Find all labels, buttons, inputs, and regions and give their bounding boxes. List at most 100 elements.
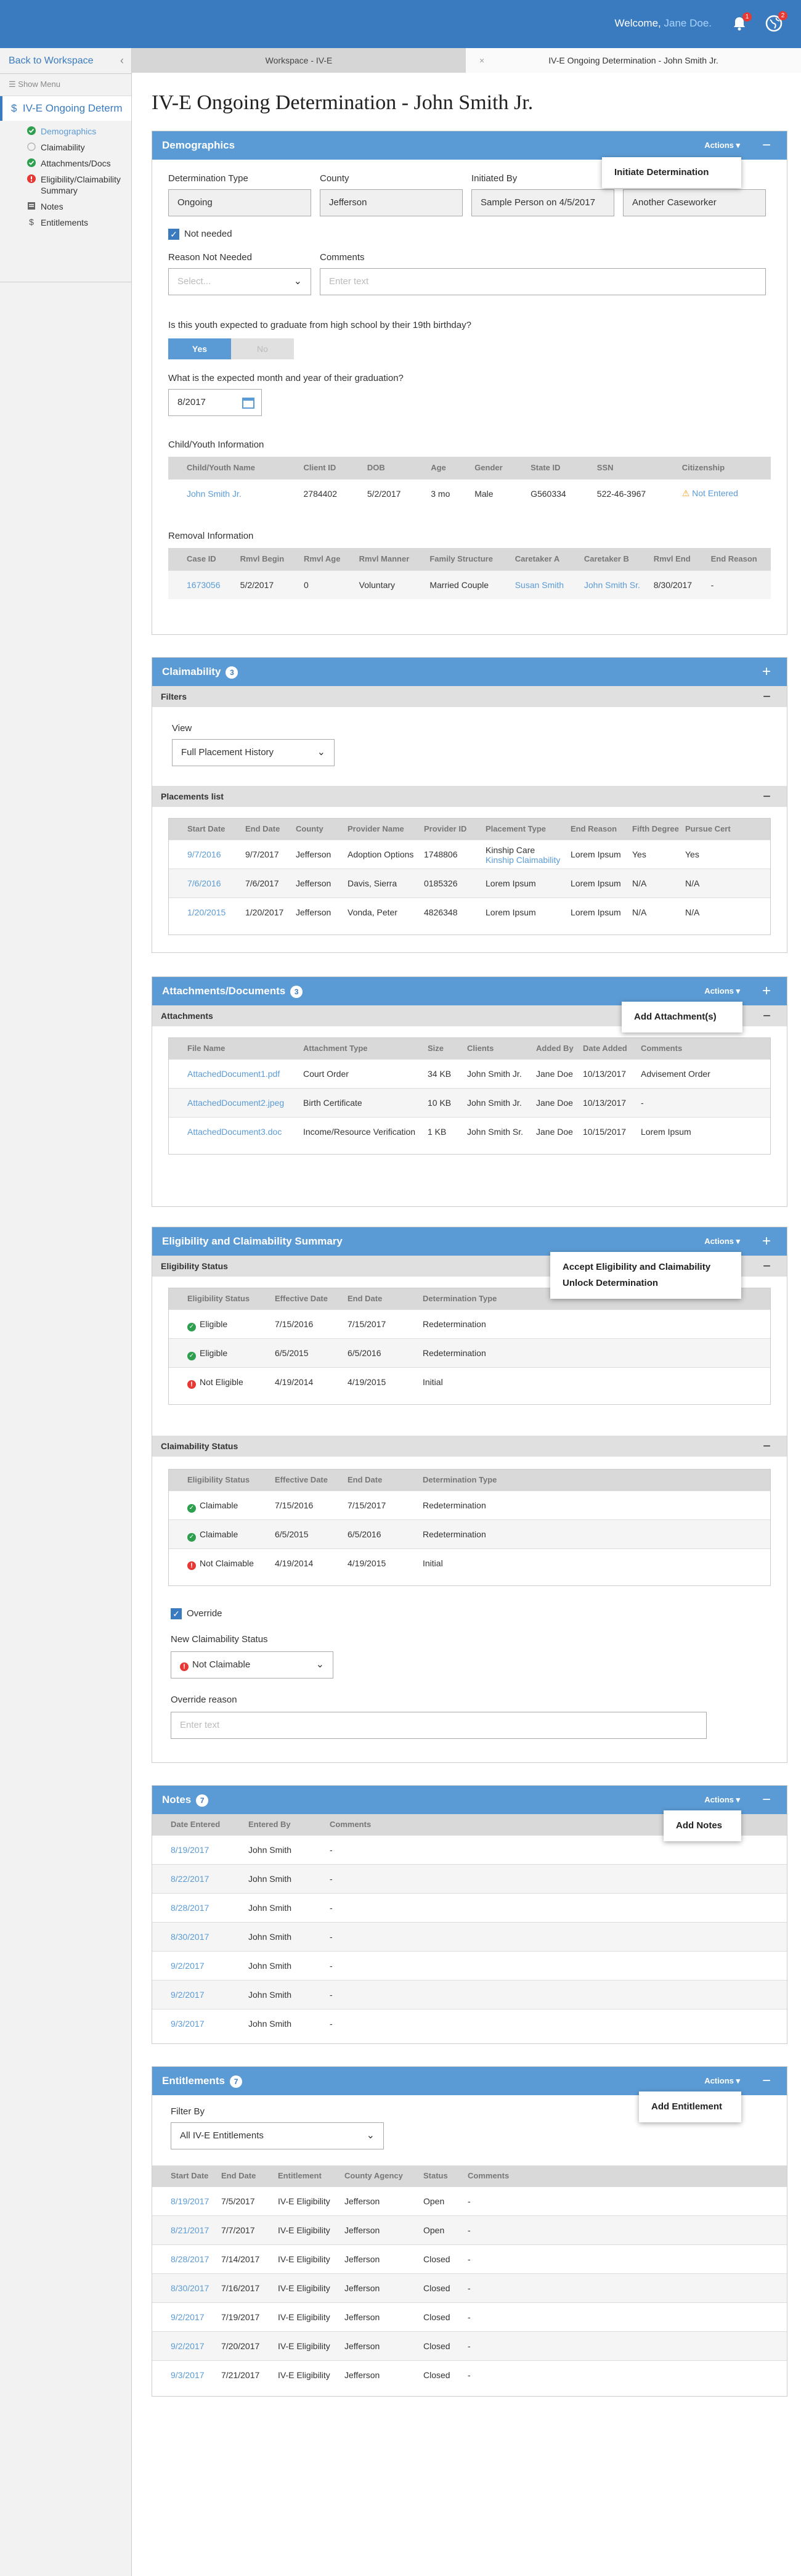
removal-info-table: Case ID Rmvl Begin Rmvl Age Rmvl Manner Fami… bbox=[168, 548, 771, 599]
calendar-icon[interactable] bbox=[242, 396, 255, 412]
table-row: 9/2/2017 7/19/2017 IV-E Eligibility Jeffers… bbox=[152, 2302, 787, 2331]
add-attachments-menu-item[interactable]: Add Attachment(s) bbox=[622, 1002, 742, 1032]
sidebar-item-attachments[interactable]: Attachments/Docs bbox=[0, 155, 131, 171]
unlock-determination-menu-item[interactable]: Unlock Determination bbox=[563, 1275, 729, 1291]
county-field: Jefferson bbox=[320, 189, 463, 216]
expand-icon[interactable]: + bbox=[762, 977, 771, 1005]
table-row: ! Not Eligible 4/19/2014 4/19/2015 Initial bbox=[169, 1367, 770, 1396]
collapse-icon[interactable]: − bbox=[763, 1436, 771, 1457]
view-select[interactable]: Full Placement History ⌄ bbox=[172, 739, 335, 766]
eligibility-table: Eligibility Status Effective Date End Date… bbox=[168, 1288, 771, 1405]
note-date-link[interactable]: 8/22/2017 bbox=[171, 1865, 209, 1894]
kinship-claimability-link[interactable]: Kinship Claimability bbox=[486, 855, 560, 865]
show-menu-button[interactable]: ☰ Show Menu bbox=[0, 74, 131, 96]
table-row: ✓ Claimable 6/5/2015 6/5/2016 Redeterminatio… bbox=[169, 1519, 770, 1548]
user-name-link[interactable]: Jane Doe. bbox=[664, 17, 712, 29]
table-row: ✓ Eligible 6/5/2015 6/5/2016 Redetermination bbox=[169, 1338, 770, 1367]
table-row: 7/6/2016 7/6/2017 Jefferson Davis, Sierra 01… bbox=[169, 869, 770, 898]
field-label: View bbox=[172, 723, 192, 734]
collapse-icon[interactable]: − bbox=[763, 686, 771, 707]
page-title: IV-E Ongoing Determination - John Smith … bbox=[152, 91, 534, 114]
note-date-link[interactable]: 9/2/2017 bbox=[171, 1952, 205, 1981]
table-row: 9/2/2017 John Smith - bbox=[152, 1951, 787, 1980]
chevron-left-icon[interactable]: ‹ bbox=[120, 54, 124, 67]
start-date-link[interactable]: 1/20/2015 bbox=[187, 898, 226, 927]
subsection-title: Removal Information bbox=[168, 531, 254, 541]
count-badge: 3 bbox=[290, 985, 303, 998]
start-date-link[interactable]: 9/7/2016 bbox=[187, 840, 221, 869]
collapse-icon[interactable]: − bbox=[762, 2067, 771, 2095]
file-link[interactable]: AttachedDocument3.doc bbox=[187, 1118, 282, 1147]
table-row: 8/28/2017 John Smith - bbox=[152, 1893, 787, 1922]
claimability-table: Eligibility Status Effective Date End Date… bbox=[168, 1469, 771, 1586]
collapse-icon[interactable]: − bbox=[763, 786, 771, 807]
section-header: Demographics Actions ▾ − bbox=[152, 131, 787, 160]
table-row: ✓ Claimable 7/15/2016 7/15/2017 Redeterminat… bbox=[169, 1490, 770, 1519]
check-circle-icon bbox=[27, 158, 36, 167]
table-row: ✓ Eligible 7/15/2016 7/15/2017 Redeterminati… bbox=[169, 1309, 770, 1338]
collapse-icon[interactable]: − bbox=[762, 1786, 771, 1814]
globe-icon[interactable]: 2 bbox=[764, 11, 787, 33]
back-to-workspace-link[interactable]: Back to Workspace ‹ bbox=[0, 48, 131, 74]
collapse-icon[interactable]: − bbox=[762, 131, 771, 160]
expand-icon[interactable]: + bbox=[762, 1227, 771, 1256]
alerts-count-badge: 2 bbox=[778, 11, 787, 20]
actions-dropdown[interactable]: Actions ▾ bbox=[704, 131, 740, 160]
caretaker-b-link[interactable]: John Smith Sr. bbox=[577, 570, 648, 599]
note-date-link[interactable]: 8/30/2017 bbox=[171, 1923, 209, 1952]
entitlement-date-link[interactable]: 8/21/2017 bbox=[171, 2216, 209, 2245]
no-option[interactable]: No bbox=[231, 338, 294, 359]
entitlement-date-link[interactable]: 9/2/2017 bbox=[171, 2303, 205, 2332]
comments-input[interactable]: Enter text bbox=[320, 268, 766, 295]
initiate-determination-menu-item[interactable]: Initiate Determination bbox=[602, 157, 741, 188]
tab-determination[interactable]: × IV-E Ongoing Determination - John Smith… bbox=[466, 48, 801, 73]
reason-not-needed-select[interactable]: Select... ⌄ bbox=[168, 268, 311, 295]
table-row: 9/2/2017 John Smith - bbox=[152, 1980, 787, 2009]
child-name-link[interactable]: John Smith Jr. bbox=[168, 478, 298, 508]
sidebar-item-demographics[interactable]: Demographics bbox=[0, 123, 131, 139]
entitlement-date-link[interactable]: 8/19/2017 bbox=[171, 2187, 209, 2216]
sidebar-title[interactable]: $ IV-E Ongoing Determ bbox=[0, 96, 131, 121]
start-date-link[interactable]: 7/6/2016 bbox=[187, 869, 221, 898]
entitlement-date-link[interactable]: 8/28/2017 bbox=[171, 2245, 209, 2274]
new-claimability-select[interactable]: ! Not Claimable ⌄ bbox=[171, 1651, 333, 1678]
caretaker-a-link[interactable]: Susan Smith bbox=[508, 570, 578, 599]
sidebar-item-claimability[interactable]: Claimability bbox=[0, 139, 131, 155]
sidebar-item-entitlements[interactable]: $ Entitlements bbox=[0, 215, 131, 231]
filter-select[interactable]: All IV-E Entitlements ⌄ bbox=[171, 2122, 384, 2149]
add-notes-menu-item[interactable]: Add Notes bbox=[664, 1810, 741, 1841]
question-label: What is the expected month and year of t… bbox=[168, 373, 404, 383]
collapse-icon[interactable]: − bbox=[763, 1256, 771, 1277]
entitlement-date-link[interactable]: 9/3/2017 bbox=[171, 2361, 205, 2390]
table-row: ! Not Claimable 4/19/2014 4/19/2015 Initial bbox=[169, 1548, 770, 1577]
override-reason-input[interactable]: Enter text bbox=[171, 1712, 707, 1739]
note-date-link[interactable]: 8/19/2017 bbox=[171, 1836, 209, 1865]
file-link[interactable]: AttachedDocument1.pdf bbox=[187, 1060, 280, 1089]
note-date-link[interactable]: 9/2/2017 bbox=[171, 1981, 205, 2010]
graduation-date-input[interactable]: 8/2017 bbox=[168, 389, 262, 416]
sidebar-item-notes[interactable]: Notes bbox=[0, 198, 131, 215]
tab-workspace[interactable]: Workspace - IV-E bbox=[132, 48, 466, 73]
dollar-icon: $ bbox=[29, 217, 34, 227]
chevron-down-icon: ⌄ bbox=[315, 1659, 324, 1670]
add-entitlement-menu-item[interactable]: Add Entitlement bbox=[639, 2091, 741, 2122]
note-date-link[interactable]: 9/3/2017 bbox=[171, 2010, 205, 2038]
close-icon[interactable]: × bbox=[479, 48, 484, 73]
citizenship-link[interactable]: Not Entered bbox=[692, 488, 738, 498]
not-needed-checkbox[interactable]: ✓ bbox=[168, 229, 179, 240]
expand-icon[interactable]: + bbox=[762, 658, 771, 686]
accept-eligibility-menu-item[interactable]: Accept Eligibility and Claimability bbox=[563, 1259, 729, 1275]
section-header: Claimability 3 + bbox=[152, 658, 787, 686]
graduate-toggle[interactable]: Yes No bbox=[168, 338, 294, 359]
note-date-link[interactable]: 8/28/2017 bbox=[171, 1894, 209, 1923]
sidebar-item-summary[interactable]: Eligibility/Claimability Summary bbox=[0, 171, 131, 198]
case-id-link[interactable]: 1673056 bbox=[168, 570, 234, 599]
entitlement-date-link[interactable]: 9/2/2017 bbox=[171, 2332, 205, 2361]
file-link[interactable]: AttachedDocument2.jpeg bbox=[187, 1089, 284, 1118]
override-checkbox[interactable]: ✓ bbox=[171, 1608, 182, 1619]
check-circle-icon bbox=[27, 126, 36, 135]
yes-option[interactable]: Yes bbox=[168, 338, 231, 359]
collapse-icon[interactable]: − bbox=[763, 1005, 771, 1026]
bell-icon[interactable]: 1 bbox=[731, 12, 752, 32]
entitlement-date-link[interactable]: 8/30/2017 bbox=[171, 2274, 209, 2303]
